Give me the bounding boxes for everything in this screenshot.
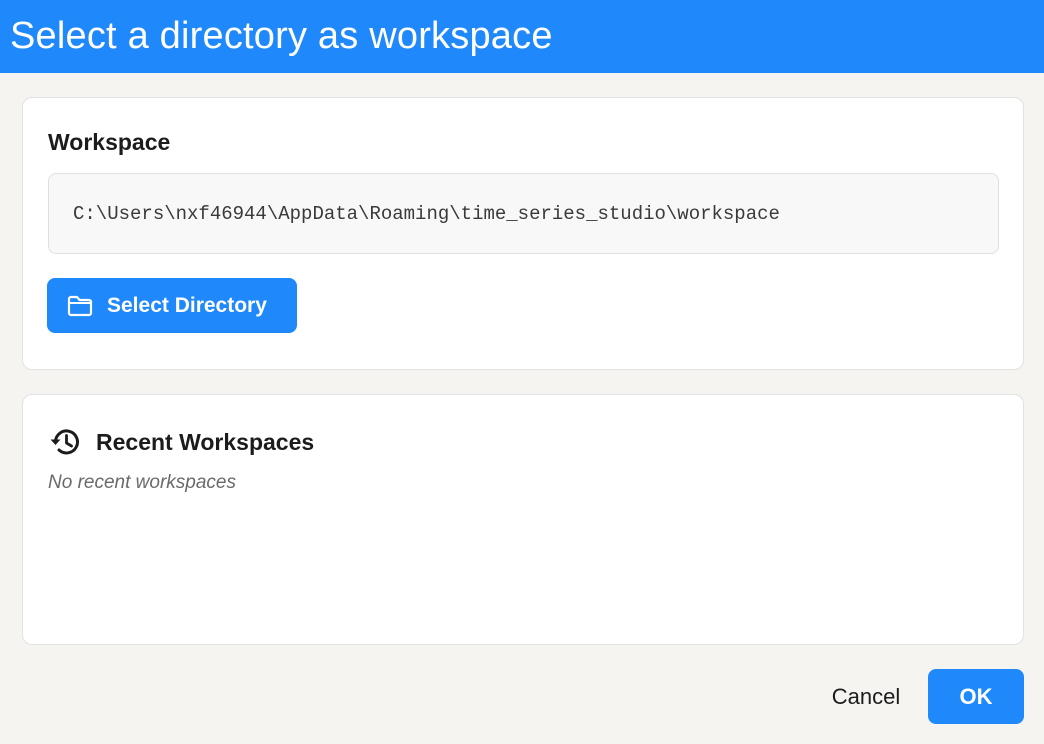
- select-directory-label: Select Directory: [107, 293, 267, 317]
- workspace-heading: Workspace: [48, 129, 171, 155]
- ok-button[interactable]: OK: [928, 669, 1024, 724]
- workspace-dialog: Select a directory as workspace Workspac…: [0, 0, 1044, 744]
- select-directory-button[interactable]: Select Directory: [47, 278, 297, 333]
- workspace-card: Workspace C:\Users\nxf46944\AppData\Roam…: [22, 97, 1024, 370]
- recent-workspaces-heading: Recent Workspaces: [96, 428, 315, 455]
- workspace-path-text: C:\Users\nxf46944\AppData\Roaming\time_s…: [73, 202, 780, 225]
- workspace-path-field[interactable]: C:\Users\nxf46944\AppData\Roaming\time_s…: [48, 173, 999, 254]
- title-bar: Select a directory as workspace: [0, 0, 1044, 73]
- cancel-button[interactable]: Cancel: [810, 669, 922, 724]
- dialog-title: Select a directory as workspace: [10, 15, 553, 57]
- no-recent-message: No recent workspaces: [48, 472, 236, 493]
- history-icon: [48, 425, 82, 459]
- recent-workspaces-header: Recent Workspaces: [48, 425, 314, 459]
- recent-workspaces-card: Recent Workspaces No recent workspaces: [22, 394, 1024, 645]
- folder-icon: [67, 295, 93, 317]
